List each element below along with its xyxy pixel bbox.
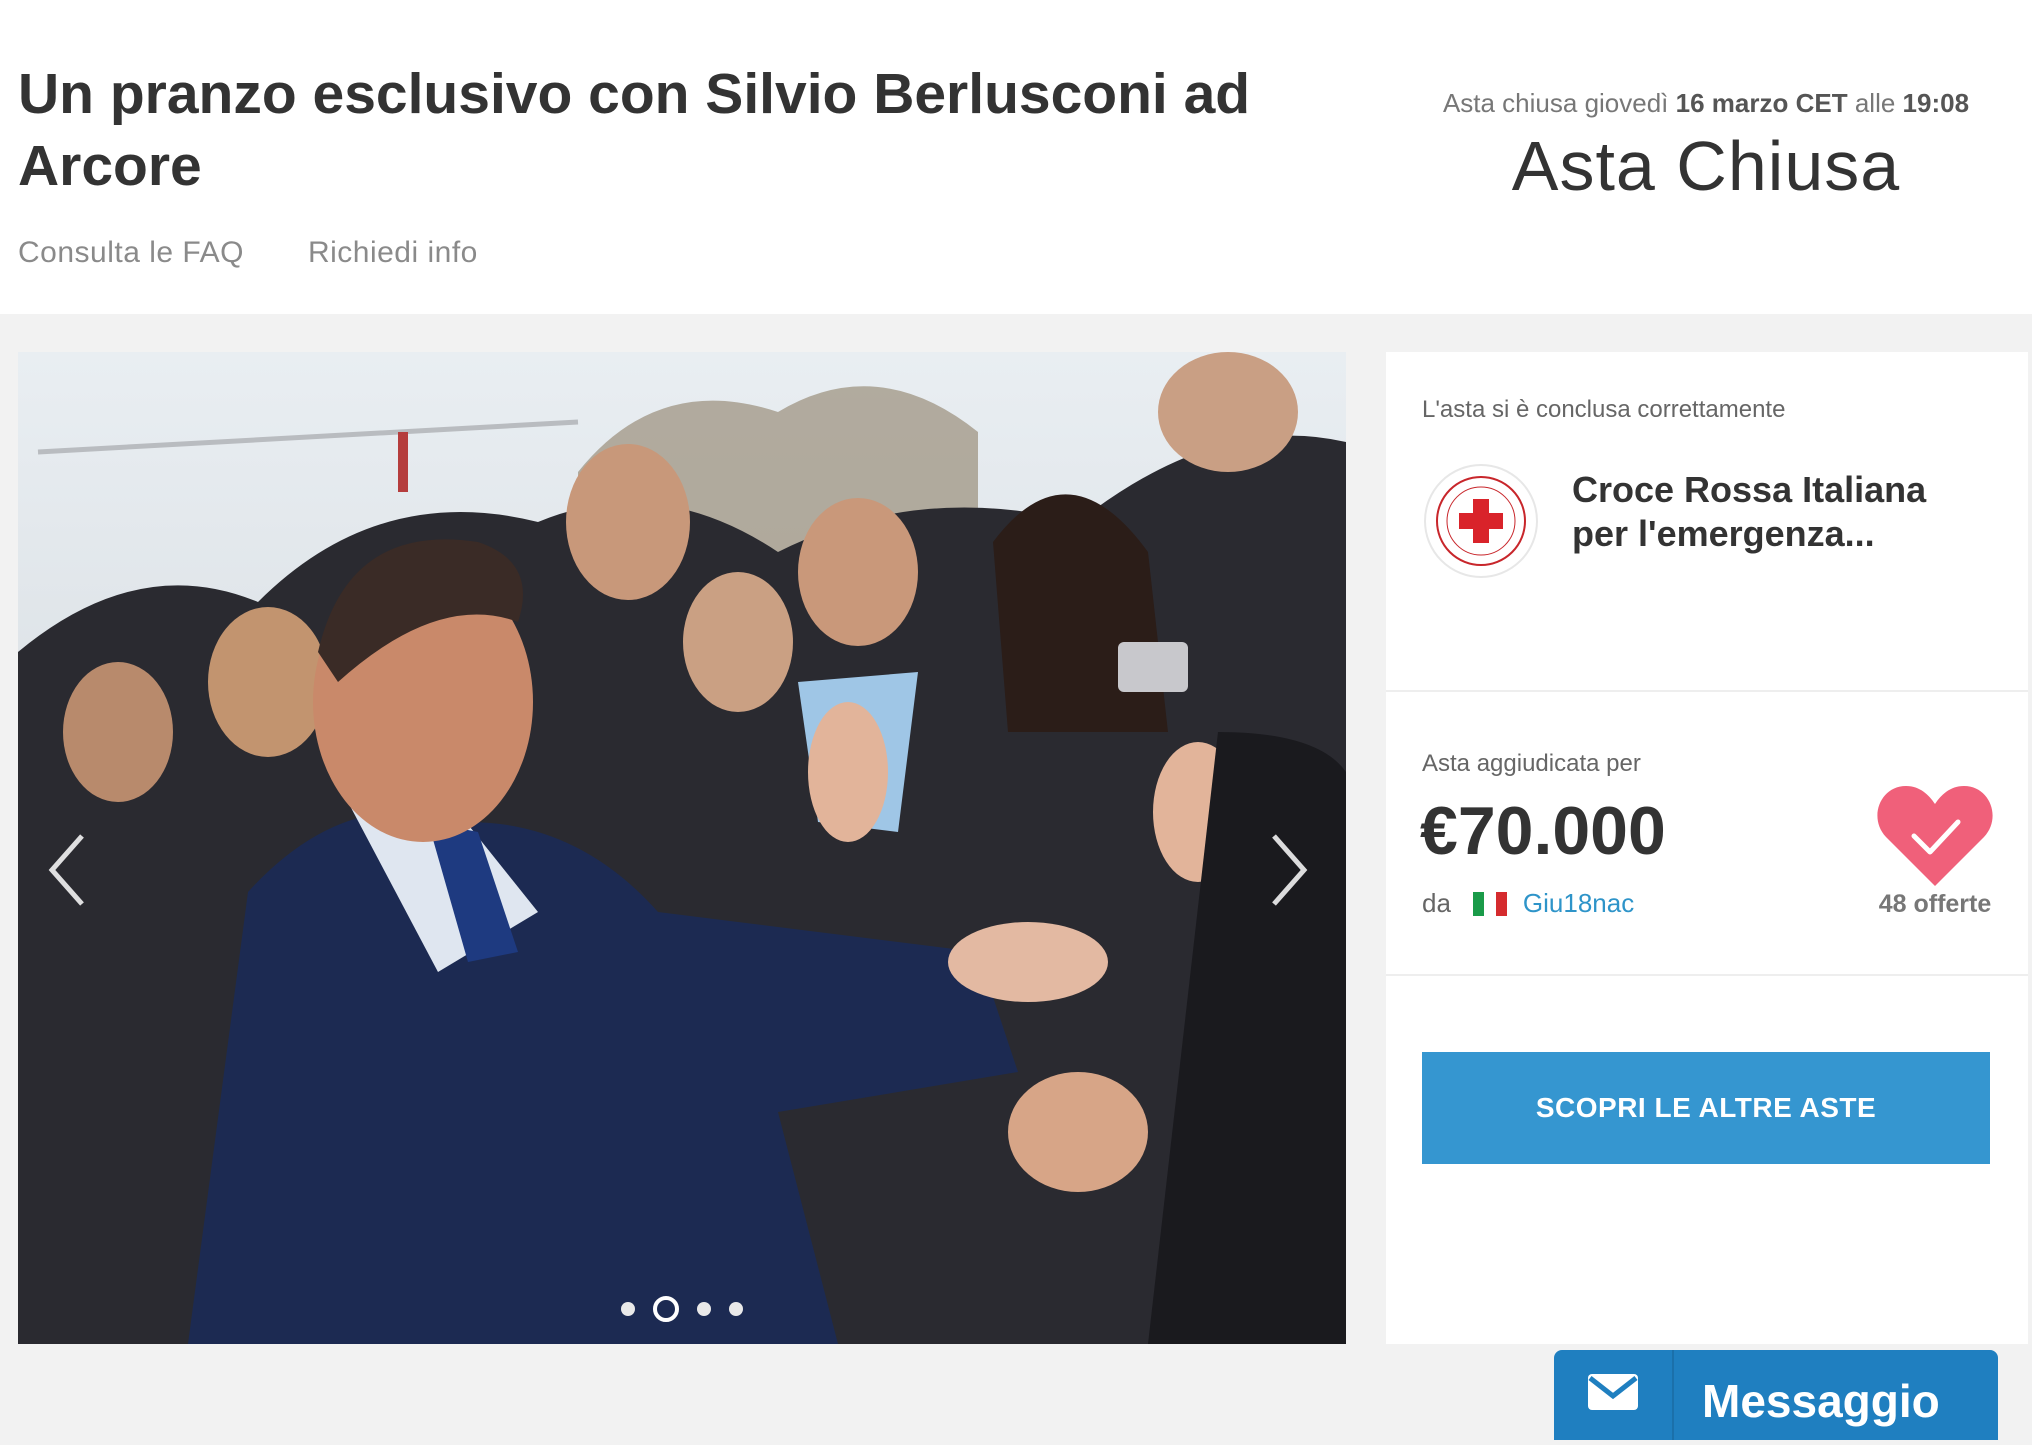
heart-check-icon — [1877, 786, 1993, 886]
closing-middle: alle — [1854, 88, 1896, 118]
gallery-dot[interactable] — [621, 1302, 635, 1316]
divider — [1386, 690, 2028, 692]
gallery-dot[interactable] — [653, 1296, 679, 1322]
auction-sidebar: L'asta si è conclusa correttamente Croce… — [1386, 352, 2028, 1344]
offers-count: 48 offerte — [1878, 890, 1992, 918]
auction-photo — [18, 352, 1346, 1344]
final-price: €70.000 — [1420, 793, 1666, 869]
closing-time-value: 19:08 — [1902, 88, 1970, 118]
bidder-link[interactable]: Giu18nac — [1523, 888, 1634, 919]
awarded-label: Asta aggiudicata per — [1422, 750, 1641, 777]
concluded-text: L'asta si è conclusa correttamente — [1422, 396, 1786, 423]
page-title: Un pranzo esclusivo con Silvio Berluscon… — [18, 62, 1251, 198]
organization-name[interactable]: Croce Rossa Italiana per l'emergenza... — [1572, 468, 1992, 556]
gallery-pagination — [18, 1296, 1346, 1322]
red-cross-icon — [1436, 476, 1526, 566]
next-image-arrow-icon[interactable] — [1258, 820, 1318, 920]
gallery-dot[interactable] — [729, 1302, 743, 1316]
page-header: Un pranzo esclusivo con Silvio Berluscon… — [0, 0, 2032, 314]
envelope-icon — [1554, 1350, 1674, 1440]
message-label: Messaggio — [1702, 1375, 1940, 1427]
by-label: da — [1422, 888, 1451, 918]
closing-prefix: Asta chiusa giovedì — [1442, 88, 1669, 118]
italy-flag-icon — [1472, 891, 1507, 916]
closing-date: Asta chiusa giovedì 16 marzo CET alle 19… — [1380, 88, 2032, 119]
faq-link[interactable]: Consulta le FAQ — [18, 236, 244, 270]
message-button[interactable]: Messaggio — [1554, 1350, 1998, 1440]
gallery-dot[interactable] — [697, 1302, 711, 1316]
header-links: Consulta le FAQ Richiedi info — [18, 236, 478, 270]
previous-image-arrow-icon[interactable] — [38, 820, 98, 920]
closing-date-value: 16 marzo CET — [1675, 88, 1848, 118]
red-cross-logo — [1424, 464, 1538, 578]
divider — [1386, 974, 2028, 976]
image-gallery[interactable] — [18, 352, 1346, 1344]
auction-status: Asta Chiusa — [1511, 127, 1901, 205]
winning-bidder: da Giu18nac — [1422, 888, 1634, 919]
request-info-link[interactable]: Richiedi info — [308, 236, 478, 270]
discover-auctions-button[interactable]: SCOPRI LE ALTRE ASTE — [1422, 1052, 1990, 1164]
